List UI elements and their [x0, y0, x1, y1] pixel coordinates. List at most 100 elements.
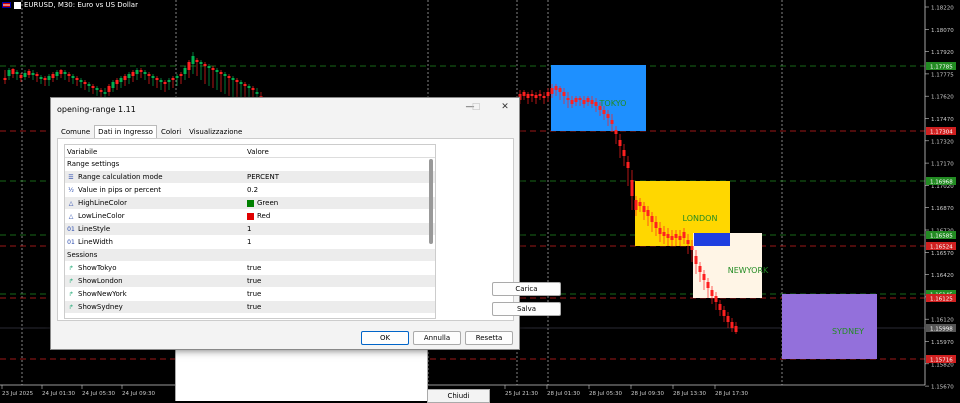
- grid-group-row[interactable]: Range settings: [65, 158, 435, 171]
- candle-body: [147, 74, 151, 76]
- variable-name: Value in pips or percent: [78, 186, 161, 194]
- tab-visualizzazione[interactable]: Visualizzazione: [185, 125, 246, 139]
- candle-body: [554, 86, 558, 90]
- candle-body: [626, 162, 630, 168]
- candle-body: [690, 246, 694, 250]
- candle-body: [155, 78, 159, 80]
- value-cell: [245, 249, 249, 261]
- candle-body: [183, 68, 187, 74]
- ok-button[interactable]: OK: [361, 331, 409, 345]
- candle-body: [95, 88, 99, 90]
- price-tick-label: 1.17620: [931, 95, 954, 101]
- candle-body: [578, 98, 582, 100]
- candle-body: [658, 228, 662, 234]
- price-tick-label: 1.18220: [931, 6, 954, 12]
- candle-body: [199, 62, 203, 64]
- grid-row[interactable]: 01 LineWidth 1: [65, 236, 435, 249]
- maximize-icon[interactable]: □: [469, 102, 483, 112]
- value-cell[interactable]: PERCENT: [245, 171, 281, 183]
- candle-body: [614, 130, 618, 134]
- save-button[interactable]: Salva: [492, 302, 561, 316]
- candle-body: [43, 78, 47, 80]
- candle-body: [47, 76, 51, 80]
- candle-body: [67, 74, 71, 76]
- candle-body: [87, 84, 91, 86]
- column-header-value[interactable]: Valore: [245, 145, 271, 157]
- tab-colori[interactable]: Colori: [157, 125, 185, 139]
- candle-body: [15, 72, 19, 74]
- grid-group-row[interactable]: Sessions: [65, 249, 435, 262]
- value-cell[interactable]: Green: [245, 197, 280, 209]
- inputs-grid: Variabile Valore Range settings ☰ Range ca…: [64, 144, 436, 319]
- candle-body: [582, 100, 586, 104]
- grid-scrollbar[interactable]: [429, 159, 433, 244]
- tab-comune[interactable]: Comune: [57, 125, 94, 139]
- variable-name: Range calculation mode: [78, 173, 163, 181]
- candle-body: [3, 78, 7, 80]
- candle-body: [247, 86, 251, 88]
- time-tick-label: 23 Jul 2025: [2, 391, 34, 397]
- value-cell[interactable]: 1: [245, 223, 253, 235]
- variable-value: Red: [257, 212, 271, 220]
- value-cell[interactable]: true: [245, 275, 263, 287]
- grid-row[interactable]: 01 LineStyle 1: [65, 223, 435, 236]
- variable-cell: ½ Value in pips or percent: [65, 184, 245, 196]
- chart-title: EURUSD, M30: Euro vs US Dollar: [2, 1, 138, 9]
- variable-value: true: [247, 264, 262, 272]
- grid-row[interactable]: △ HighLineColor Green: [65, 197, 435, 210]
- load-button[interactable]: Carica: [492, 282, 561, 296]
- candle-body: [730, 322, 734, 328]
- variable-cell: Range settings: [65, 158, 245, 170]
- candle-body: [83, 82, 87, 84]
- value-cell[interactable]: true: [245, 301, 263, 313]
- grid-row[interactable]: △ LowLineColor Red: [65, 210, 435, 223]
- variable-name: LineWidth: [78, 238, 113, 246]
- variable-name: Range settings: [67, 160, 120, 168]
- enum-type-icon: ☰: [68, 173, 74, 181]
- close-icon[interactable]: ✕: [498, 102, 512, 112]
- reset-button[interactable]: Resetta: [465, 331, 513, 345]
- candle-body: [550, 88, 554, 94]
- candle-body: [602, 110, 606, 114]
- candle-body: [526, 94, 530, 98]
- column-header-variable[interactable]: Variabile: [65, 145, 245, 157]
- price-tick-label: 1.16120: [931, 318, 954, 324]
- grid-row[interactable]: ↱ ShowNewYork true: [65, 288, 435, 301]
- candle-body: [694, 256, 698, 264]
- candle-body: [195, 60, 199, 62]
- candle-body: [666, 234, 670, 238]
- candle-body: [7, 70, 11, 76]
- grid-row[interactable]: ☰ Range calculation mode PERCENT: [65, 171, 435, 184]
- color-type-icon: △: [68, 212, 74, 220]
- value-cell[interactable]: 0.2: [245, 184, 260, 196]
- candle-body: [714, 296, 718, 302]
- value-cell[interactable]: 1: [245, 236, 253, 248]
- variable-cell: △ LowLineColor: [65, 210, 245, 222]
- candle-body: [562, 92, 566, 96]
- time-tick-label: 25 Jul 21:30: [505, 391, 538, 397]
- cancel-button[interactable]: Annulla: [413, 331, 461, 345]
- candle-body: [207, 66, 211, 68]
- grid-row[interactable]: ½ Value in pips or percent 0.2: [65, 184, 435, 197]
- price-tick-label: 1.18070: [931, 28, 954, 34]
- grid-row[interactable]: ↱ ShowLondon true: [65, 275, 435, 288]
- candle-body: [598, 106, 602, 110]
- tab-dati-in-ingresso[interactable]: Dati in Ingresso: [94, 125, 157, 139]
- candle-body: [630, 180, 634, 196]
- candle-body: [618, 140, 622, 146]
- int-type-icon: 01: [67, 238, 75, 246]
- price-tick-label: 1.17320: [931, 139, 954, 145]
- value-cell[interactable]: Red: [245, 210, 272, 222]
- candle-body: [642, 206, 646, 212]
- value-cell[interactable]: true: [245, 262, 263, 274]
- grid-row[interactable]: ↱ ShowSydney true: [65, 301, 435, 314]
- candle-body: [163, 82, 167, 84]
- candle-body: [203, 64, 207, 66]
- candle-body: [51, 74, 55, 78]
- price-tick-label: 1.17170: [931, 162, 954, 168]
- tab-bar: Comune Dati in Ingresso Colori Visualizzazi…: [57, 125, 246, 139]
- variable-value: 1: [247, 238, 252, 246]
- grid-row[interactable]: ↱ ShowTokyo true: [65, 262, 435, 275]
- value-cell[interactable]: true: [245, 288, 263, 300]
- price-tag-label: 1.16968: [930, 180, 953, 186]
